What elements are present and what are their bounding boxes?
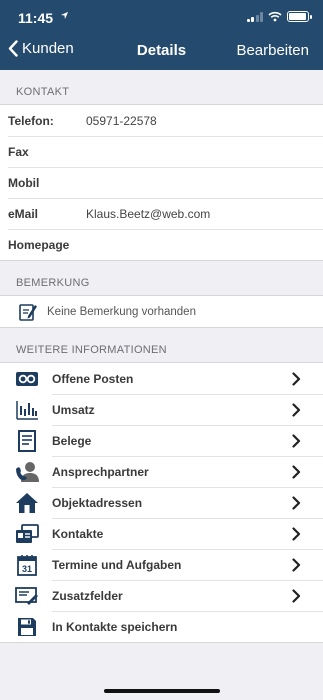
battery-icon: [287, 11, 312, 22]
list-item-belege[interactable]: Belege: [0, 425, 323, 456]
contact-person-icon: [15, 461, 39, 483]
list-item-label: Kontakte: [52, 526, 104, 541]
more-info-group: Offene Posten Umsatz Belege Ansprechpart…: [0, 362, 323, 643]
note-edit-icon: [19, 303, 37, 321]
save-disk-icon: [15, 616, 39, 638]
phone-label: Telefon:: [8, 113, 54, 128]
contact-row-email[interactable]: eMail Klaus.Beetz@web.com: [0, 198, 323, 229]
home-indicator[interactable]: [104, 689, 220, 693]
chevron-right-icon: [292, 588, 301, 603]
back-label: Kunden: [22, 40, 74, 57]
list-item-termine[interactable]: 31 Termine und Aufgaben: [0, 549, 323, 580]
list-item-label: Umsatz: [52, 402, 95, 417]
battery-level: [289, 13, 307, 20]
status-time: 11:45: [18, 10, 54, 26]
status-bar: 11:45: [0, 0, 323, 30]
contact-row-phone[interactable]: Telefon: 05971-22578: [0, 105, 323, 136]
house-icon: [15, 492, 39, 514]
list-item-label: In Kontakte speichern: [52, 619, 178, 634]
contact-row-mobile[interactable]: Mobil: [0, 167, 323, 198]
cellular-signal-icon: [246, 11, 263, 22]
fax-label: Fax: [8, 144, 29, 159]
chevron-right-icon: [292, 495, 301, 510]
documents-icon: [15, 429, 39, 452]
contact-row-fax[interactable]: Fax: [0, 136, 323, 167]
list-item-ansprechpartner[interactable]: Ansprechpartner: [0, 456, 323, 487]
homepage-label: Homepage: [8, 237, 70, 252]
wifi-icon: [268, 11, 282, 22]
back-button[interactable]: Kunden: [8, 40, 74, 57]
contacts-icon: [15, 523, 39, 545]
remark-row[interactable]: Keine Bemerkung vorhanden: [0, 296, 323, 327]
email-value: Klaus.Beetz@web.com: [86, 206, 211, 221]
list-item-objektadressen[interactable]: Objektadressen: [0, 487, 323, 518]
chevron-right-icon: [292, 464, 301, 479]
list-item-umsatz[interactable]: Umsatz: [0, 394, 323, 425]
list-item-label: Offene Posten: [52, 371, 134, 386]
chevron-left-icon: [8, 40, 18, 57]
chevron-right-icon: [292, 557, 301, 572]
list-item-label: Belege: [52, 433, 92, 448]
open-items-icon: [15, 368, 39, 390]
mobile-label: Mobil: [8, 175, 40, 190]
remark-text: Keine Bemerkung vorhanden: [47, 305, 196, 318]
list-item-label: Ansprechpartner: [52, 464, 149, 479]
contact-section-header: KONTAKT: [16, 86, 70, 98]
list-item-zusatzfelder[interactable]: Zusatzfelder: [0, 580, 323, 611]
list-item-offene-posten[interactable]: Offene Posten: [0, 363, 323, 394]
phone-value: 05971-22578: [86, 113, 157, 128]
chevron-right-icon: [292, 402, 301, 417]
list-item-label: Zusatzfelder: [52, 588, 123, 603]
list-item-label: Termine und Aufgaben: [52, 557, 182, 572]
location-arrow-icon: [60, 11, 69, 20]
list-item-label: Objektadressen: [52, 495, 143, 510]
list-item-kontakte[interactable]: Kontakte: [0, 518, 323, 549]
content: KONTAKT Telefon: 05971-22578 Fax Mobil e…: [0, 70, 323, 643]
edit-button[interactable]: Bearbeiten: [236, 42, 309, 59]
svg-text:31: 31: [22, 564, 32, 574]
remark-section-header: BEMERKUNG: [16, 277, 90, 289]
additional-fields-icon: [15, 585, 39, 607]
chevron-right-icon: [292, 433, 301, 448]
nav-bar: Kunden Details Bearbeiten: [0, 30, 323, 70]
contact-group: Telefon: 05971-22578 Fax Mobil eMail Kla…: [0, 104, 323, 261]
email-label: eMail: [8, 206, 39, 221]
chevron-right-icon: [292, 526, 301, 541]
chevron-right-icon: [292, 371, 301, 386]
remark-group: Keine Bemerkung vorhanden: [0, 295, 323, 328]
more-info-section-header: WEITERE INFORMATIONEN: [16, 344, 167, 356]
calendar-icon: 31: [15, 554, 39, 576]
contact-row-homepage[interactable]: Homepage: [0, 229, 323, 260]
list-item-in-kontakte-speichern[interactable]: In Kontakte speichern: [0, 611, 323, 642]
revenue-chart-icon: [15, 399, 39, 421]
